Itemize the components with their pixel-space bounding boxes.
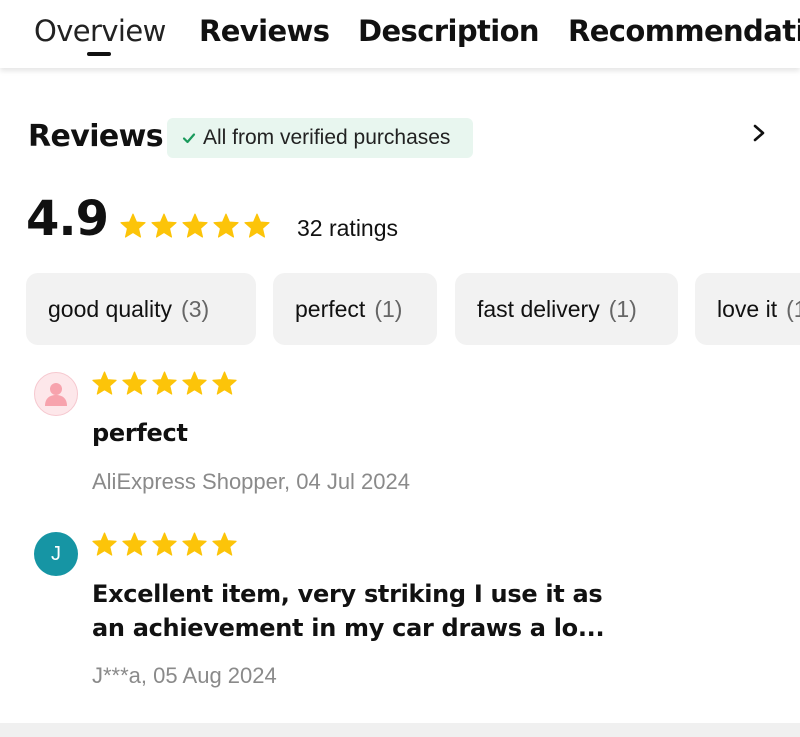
star-icon <box>244 213 270 238</box>
verified-purchases-badge: All from verified purchases <box>167 118 473 158</box>
tab-recommendations[interactable]: Recommendations <box>568 12 800 50</box>
review-meta: J***a, 05 Aug 2024 <box>92 661 277 691</box>
ratings-count: 32 ratings <box>297 215 399 241</box>
tag-label: good quality <box>48 295 173 322</box>
avatar <box>34 372 78 416</box>
avatar: J <box>34 532 78 576</box>
tag-label: perfect <box>295 295 366 322</box>
review-tags: good quality (3) perfect (1) fast delive… <box>26 273 800 345</box>
star-icon <box>122 532 147 556</box>
star-icon <box>212 371 237 395</box>
active-tab-indicator <box>87 52 111 56</box>
check-icon <box>182 133 196 144</box>
star-icon <box>92 532 117 556</box>
review-item[interactable]: perfect AliExpress Shopper, 04 Jul 2024 <box>0 368 800 498</box>
rating-stars <box>119 212 271 240</box>
star-icon <box>182 532 207 556</box>
star-icon <box>120 213 146 238</box>
tag-label: fast delivery <box>477 295 600 322</box>
review-author: AliExpress Shopper, <box>92 469 291 494</box>
verified-badge-text: All from verified purchases <box>203 126 451 149</box>
star-icon <box>122 371 147 395</box>
star-icon <box>182 371 207 395</box>
average-rating: 4.9 <box>26 191 109 247</box>
star-icon <box>152 532 177 556</box>
tag-chip-good-quality[interactable]: good quality (3) <box>26 273 256 345</box>
tag-chip-love-it[interactable]: love it (1) <box>695 273 800 345</box>
section-divider <box>0 723 800 737</box>
star-icon <box>92 371 117 395</box>
review-text: Excellent item, very striking I use it a… <box>92 580 605 642</box>
star-icon <box>213 213 239 238</box>
tag-count: (1) <box>374 295 403 322</box>
tab-description[interactable]: Description <box>358 12 540 50</box>
review-stars <box>91 531 238 558</box>
review-text: perfect <box>92 419 188 447</box>
default-user-icon <box>45 383 67 406</box>
review-date: 04 Jul 2024 <box>296 469 410 494</box>
star-icon <box>152 371 177 395</box>
tag-count: (3) <box>181 295 210 322</box>
chevron-right-icon[interactable] <box>749 121 769 145</box>
tag-chip-fast-delivery[interactable]: fast delivery (1) <box>455 273 678 345</box>
star-icon <box>151 213 177 238</box>
review-item[interactable]: J Excellent item, very striking I use it… <box>0 529 800 694</box>
tag-label: love it <box>717 295 778 322</box>
review-stars <box>91 370 238 397</box>
tag-count: (1) <box>786 295 800 322</box>
review-author: J***a, <box>92 663 148 688</box>
star-icon <box>212 532 237 556</box>
tab-reviews[interactable]: Reviews <box>199 12 330 50</box>
review-meta: AliExpress Shopper, 04 Jul 2024 <box>92 467 410 497</box>
review-date: 05 Aug 2024 <box>153 663 277 688</box>
tag-chip-perfect[interactable]: perfect (1) <box>273 273 437 345</box>
tab-overview[interactable]: Overview <box>34 12 166 50</box>
star-icon <box>182 213 208 238</box>
tab-bar: Overview Reviews Description Recommendat… <box>0 0 800 68</box>
reviews-heading: Reviews <box>28 119 164 154</box>
tag-count: (1) <box>608 295 637 322</box>
